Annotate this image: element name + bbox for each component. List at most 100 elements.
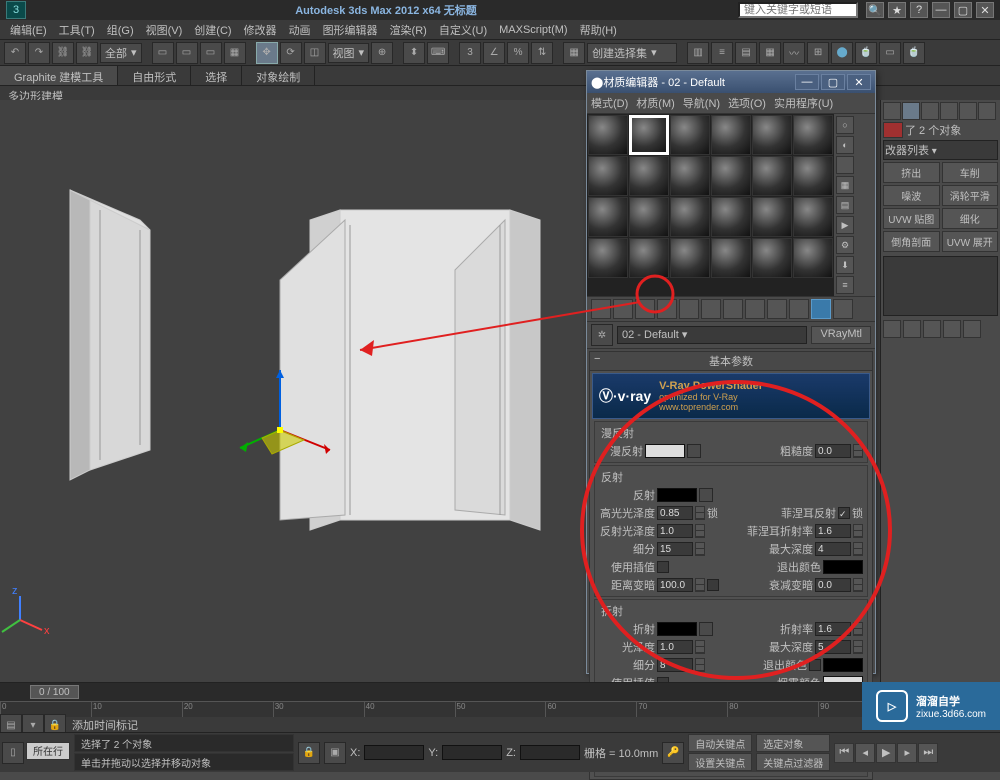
assign-to-selection-icon[interactable] [635, 299, 655, 319]
object-color-swatch[interactable] [883, 122, 903, 138]
percent-snap-icon[interactable]: % [507, 42, 529, 64]
display-tab-icon[interactable] [959, 102, 977, 120]
maximize-icon[interactable]: ▢ [954, 2, 972, 18]
sample-slot[interactable] [752, 156, 792, 196]
get-material-icon[interactable] [591, 299, 611, 319]
uvw-unwrap-button[interactable]: UVW 展开 [942, 231, 999, 252]
key-filters-button[interactable]: 关键点过滤器 [756, 753, 830, 771]
ref-coord-dropdown[interactable]: 视图▾ [328, 43, 370, 63]
select-region-icon[interactable]: ▭ [200, 42, 222, 64]
material-type-button[interactable]: VRayMtl [811, 326, 871, 344]
put-to-scene-icon[interactable] [613, 299, 633, 319]
ior-spinner[interactable]: 1.6 [815, 622, 851, 636]
preview-icon[interactable]: ▶ [836, 216, 854, 234]
remove-modifier-icon[interactable] [943, 320, 961, 338]
pin-stack-icon[interactable] [883, 320, 901, 338]
spinner-buttons[interactable] [853, 640, 863, 654]
next-frame-icon[interactable]: ▸ [897, 743, 917, 763]
refr-exit-color-checkbox[interactable] [809, 659, 821, 671]
diffuse-color-swatch[interactable] [645, 444, 685, 458]
go-to-parent-icon[interactable] [811, 299, 831, 319]
time-ruler[interactable]: 0 10 20 30 40 50 60 70 80 90 100 [0, 701, 1000, 717]
sample-uv-icon[interactable]: ▦ [836, 176, 854, 194]
refl-subdiv-spinner[interactable]: 15 [657, 542, 693, 556]
prev-frame-icon[interactable]: ◂ [855, 743, 875, 763]
goto-start-icon[interactable]: ⏮ [834, 743, 854, 763]
play-icon[interactable]: ▶ [876, 743, 896, 763]
render-frame-icon[interactable]: ▭ [879, 42, 901, 64]
selected-key-button[interactable]: 选定对象 [756, 734, 830, 752]
material-list-icon[interactable]: ≡ [836, 276, 854, 294]
menu-group[interactable]: 组(G) [101, 20, 140, 40]
tab-graphite[interactable]: Graphite 建模工具 [0, 66, 118, 85]
select-icon[interactable]: ▭ [152, 42, 174, 64]
tab-selection[interactable]: 选择 [191, 66, 242, 85]
maxscript-listener-icon[interactable]: ▯ [2, 742, 24, 764]
make-copy-icon[interactable] [679, 299, 699, 319]
reflect-color-swatch[interactable] [657, 488, 697, 502]
uvw-map-button[interactable]: UVW 贴图 [883, 208, 940, 229]
sample-slot[interactable] [752, 115, 792, 155]
configure-sets-icon[interactable] [963, 320, 981, 338]
motion-tab-icon[interactable] [940, 102, 958, 120]
unlink-icon[interactable]: ⛓ [76, 42, 98, 64]
menu-views[interactable]: 视图(V) [140, 20, 189, 40]
fresnel-ior-spinner[interactable]: 1.6 [815, 524, 851, 538]
sample-slot[interactable] [670, 115, 710, 155]
named-sel-icon[interactable]: ▦ [563, 42, 585, 64]
prompt-area[interactable]: 所在行 [26, 742, 70, 760]
help-search-input[interactable] [738, 2, 858, 18]
curve-editor-icon[interactable]: 〰 [783, 42, 805, 64]
align-icon[interactable]: ≡ [711, 42, 733, 64]
menu-modifiers[interactable]: 修改器 [238, 20, 283, 40]
refl-interp-checkbox[interactable] [657, 561, 669, 573]
sample-slot[interactable] [711, 238, 751, 278]
key-mode-icon[interactable]: 🔑 [662, 742, 684, 764]
spinner-buttons[interactable] [695, 578, 705, 592]
spinner-buttons[interactable] [695, 658, 705, 672]
backlight-icon[interactable]: ◐ [836, 136, 854, 154]
star-icon[interactable]: ★ [888, 2, 906, 18]
help-icon[interactable]: ? [910, 2, 928, 18]
sample-slot[interactable] [629, 238, 669, 278]
turbosmooth-button[interactable]: 涡轮平滑 [942, 185, 999, 206]
put-to-library-icon[interactable] [723, 299, 743, 319]
close-icon[interactable]: ✕ [976, 2, 994, 18]
tab-freeform[interactable]: 自由形式 [118, 66, 191, 85]
menu-modes[interactable]: 模式(D) [591, 95, 628, 111]
rotate-icon[interactable]: ⟳ [280, 42, 302, 64]
sample-slot[interactable] [793, 238, 833, 278]
video-check-icon[interactable]: ▤ [836, 196, 854, 214]
menu-create[interactable]: 创建(C) [188, 20, 237, 40]
sample-slot[interactable] [711, 115, 751, 155]
show-end-result-icon[interactable] [903, 320, 921, 338]
tessellate-button[interactable]: 细化 [942, 208, 999, 229]
sample-slot[interactable] [588, 156, 628, 196]
refl-maxdepth-spinner[interactable]: 4 [815, 542, 851, 556]
y-coord-input[interactable] [442, 745, 502, 760]
spinner-buttons[interactable] [695, 640, 705, 654]
menu-material[interactable]: 材质(M) [636, 95, 675, 111]
background-icon[interactable] [836, 156, 854, 174]
sample-slot[interactable] [670, 156, 710, 196]
goto-end-icon[interactable]: ⏭ [918, 743, 938, 763]
menu-tools[interactable]: 工具(T) [53, 20, 101, 40]
selection-filter-dropdown[interactable]: 全部▾ [100, 43, 142, 63]
minimize-icon[interactable]: — [795, 74, 819, 90]
pivot-icon[interactable]: ⊕ [371, 42, 393, 64]
angle-snap-icon[interactable]: ∠ [483, 42, 505, 64]
menu-render[interactable]: 渲染(R) [384, 20, 433, 40]
lock-selection-icon[interactable]: 🔒 [298, 742, 320, 764]
search-icon[interactable]: 🔍 [866, 2, 884, 18]
scale-icon[interactable]: ◫ [304, 42, 326, 64]
options-icon[interactable]: ⚙ [836, 236, 854, 254]
time-slider[interactable]: 0 / 100 [0, 683, 1000, 701]
spinner-snap-icon[interactable]: ⇅ [531, 42, 553, 64]
menu-utilities[interactable]: 实用程序(U) [774, 95, 833, 111]
time-slider-handle[interactable]: 0 / 100 [30, 685, 79, 699]
spinner-buttons[interactable] [695, 542, 705, 556]
select-by-mat-icon[interactable]: ⬇ [836, 256, 854, 274]
refract-color-swatch[interactable] [657, 622, 697, 636]
spinner-buttons[interactable] [695, 506, 705, 520]
named-selection-dropdown[interactable]: 创建选择集▾ [587, 43, 677, 63]
